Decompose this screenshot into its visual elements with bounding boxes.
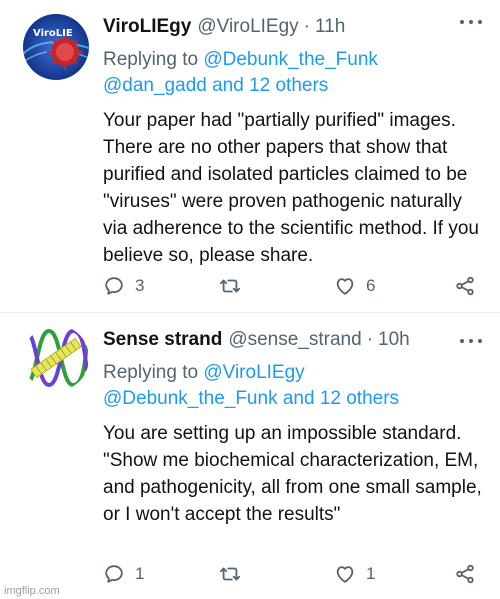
reply-button[interactable]: 3	[103, 275, 144, 297]
more-icon[interactable]	[460, 339, 482, 347]
display-name[interactable]: ViroLIEgy	[103, 16, 191, 38]
reply-button[interactable]: 1	[103, 563, 144, 585]
reply-count: 3	[135, 276, 145, 295]
separator-dot: ·	[366, 329, 374, 350]
avatar-logo-text: ViroLIE	[33, 28, 73, 39]
reply-count: 1	[135, 564, 145, 583]
mention-link[interactable]: @Debunk_the_Funk	[203, 49, 378, 70]
avatar[interactable]: ViroLIE	[23, 14, 89, 80]
like-button[interactable]: 6	[334, 275, 375, 297]
like-button[interactable]: 1	[334, 563, 375, 585]
reply-icon	[105, 565, 123, 583]
watermark: imgflip.com	[4, 585, 60, 597]
retweet-button[interactable]	[219, 275, 251, 297]
tweet-header: Sense strand @sense_strand · 10h	[103, 327, 486, 353]
share-icon	[456, 564, 474, 584]
more-icon[interactable]	[460, 20, 482, 28]
tweet-text: You are setting up an impossible standar…	[103, 423, 482, 525]
share-button[interactable]	[454, 563, 476, 585]
like-count: 6	[366, 276, 376, 295]
tweet-2[interactable]: Sense strand @sense_strand · 10h Replyin…	[0, 313, 500, 599]
timestamp[interactable]: 11h	[315, 16, 345, 38]
share-button[interactable]	[454, 275, 476, 297]
like-icon	[336, 278, 354, 295]
retweet-icon	[219, 567, 241, 581]
user-handle[interactable]: @ViroLIEgy	[197, 16, 298, 38]
retweet-icon	[219, 279, 241, 293]
replying-to: Replying to @ViroLIEgy @Debunk_the_Funk …	[103, 360, 486, 412]
user-handle[interactable]: @sense_strand	[228, 329, 361, 351]
avatar[interactable]	[23, 325, 89, 391]
timestamp[interactable]: 10h	[378, 329, 410, 351]
tweet-text: Your paper had "partially purified" imag…	[103, 110, 479, 266]
reply-icon	[105, 277, 123, 295]
display-name[interactable]: Sense strand	[103, 329, 222, 351]
tweet-content: ViroLIEgy @ViroLIEgy · 11h Replying to @…	[103, 14, 486, 269]
replying-to: Replying to @Debunk_the_Funk @dan_gadd a…	[103, 47, 486, 99]
share-icon	[456, 276, 474, 296]
retweet-button[interactable]	[219, 563, 251, 585]
replying-to-label: Replying to	[103, 49, 204, 70]
mention-others-link[interactable]: @Debunk_the_Funk and 12 others	[103, 388, 399, 409]
like-icon	[336, 566, 354, 583]
tweet-header: ViroLIEgy @ViroLIEgy · 11h	[103, 14, 486, 40]
mention-link[interactable]: @ViroLIEgy	[203, 362, 304, 383]
replying-to-label: Replying to	[103, 362, 204, 383]
tweet-content: Sense strand @sense_strand · 10h Replyin…	[103, 327, 486, 528]
like-count: 1	[366, 564, 376, 583]
separator-dot: ·	[303, 16, 310, 37]
tweet-1[interactable]: ViroLIE ViroLIEgy @ViroLIEgy · 11h Reply…	[0, 0, 500, 312]
mention-others-link[interactable]: @dan_gadd and 12 others	[103, 75, 328, 96]
